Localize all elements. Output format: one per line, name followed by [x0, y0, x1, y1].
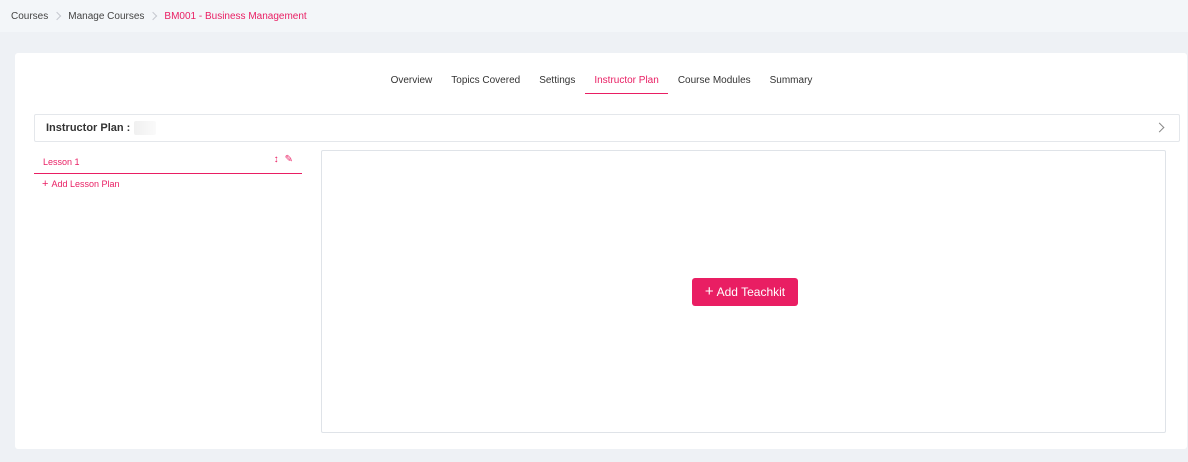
chevron-right-icon [53, 11, 62, 21]
instructor-plan-title: Instructor Plan : [46, 122, 131, 134]
course-card: Overview Topics Covered Settings Instruc… [15, 53, 1187, 449]
instructor-plan-name-redacted [134, 121, 157, 135]
pencil-icon[interactable]: ✎ [285, 154, 293, 165]
breadcrumb: Courses Manage Courses BM001 - Business … [0, 0, 1188, 32]
tab-settings[interactable]: Settings [530, 73, 584, 94]
plus-icon: + [42, 178, 49, 190]
add-lesson-plan-label: Add Lesson Plan [51, 179, 120, 189]
tab-topics-covered[interactable]: Topics Covered [442, 73, 529, 94]
add-lesson-plan-link[interactable]: + Add Lesson Plan [42, 178, 120, 190]
tab-summary[interactable]: Summary [761, 73, 822, 94]
lesson-name: Lesson 1 [43, 156, 80, 167]
add-teachkit-button[interactable]: + Add Teachkit [692, 278, 798, 306]
breadcrumb-manage-courses[interactable]: Manage Courses [68, 11, 144, 22]
add-teachkit-label: Add Teachkit [716, 285, 786, 299]
lesson-item[interactable]: Lesson 1 ↕ ✎ [34, 150, 302, 174]
chevron-right-icon[interactable] [1154, 122, 1165, 133]
lesson-actions: ↕ ✎ [274, 154, 293, 165]
sort-arrows-icon[interactable]: ↕ [274, 154, 279, 165]
course-tabs: Overview Topics Covered Settings Instruc… [15, 73, 1187, 95]
tab-course-modules[interactable]: Course Modules [669, 73, 760, 94]
tab-overview[interactable]: Overview [382, 73, 442, 94]
chevron-right-icon [149, 11, 158, 21]
tab-instructor-plan[interactable]: Instructor Plan [585, 73, 668, 94]
breadcrumb-courses[interactable]: Courses [11, 11, 48, 22]
teachkit-panel: + Add Teachkit [321, 150, 1166, 433]
instructor-plan-header[interactable]: Instructor Plan : [34, 114, 1180, 142]
plus-icon: + [704, 283, 714, 300]
breadcrumb-current-course: BM001 - Business Management [164, 10, 307, 22]
